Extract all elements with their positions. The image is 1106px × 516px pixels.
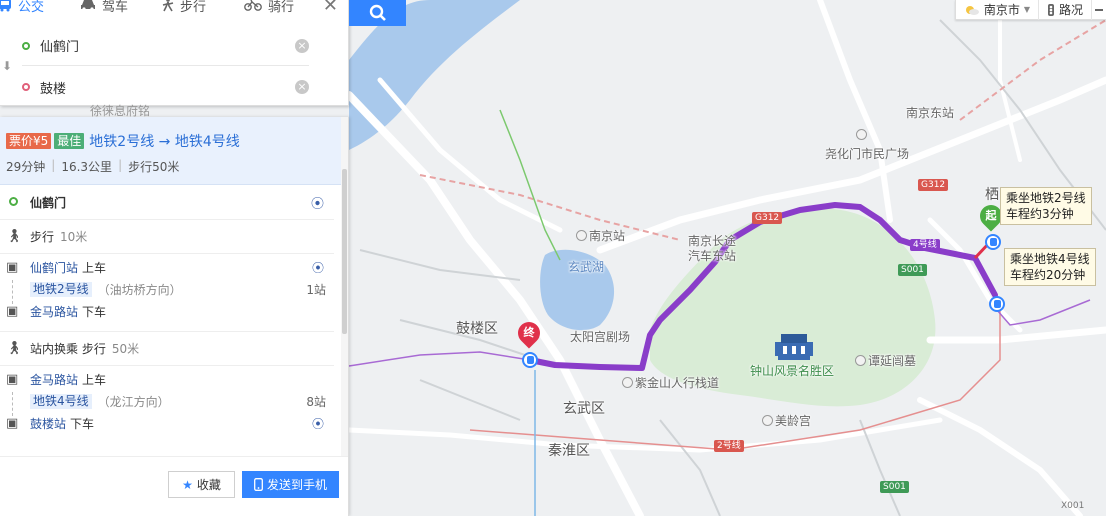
- tomb-icon: [855, 355, 866, 366]
- end-bus-icon[interactable]: [522, 352, 538, 368]
- step-walk[interactable]: 🚶︎ 步行 10米: [0, 220, 334, 254]
- label-nanjing-east: 南京东站: [906, 106, 955, 120]
- weather-icon: [965, 5, 979, 15]
- clear-end-icon[interactable]: ×: [295, 80, 309, 94]
- toolbox-icon: [1095, 8, 1103, 11]
- road-badge-line2: 2号线: [714, 440, 744, 452]
- close-icon[interactable]: ✕: [323, 0, 338, 15]
- palace-icon: [762, 415, 773, 426]
- road-badge-g312-2: G312: [752, 212, 783, 224]
- step-ride-line4[interactable]: ▣ 金马路站 上车 地铁4号线 （龙江方向） 8站 ▣ 鼓楼站 下车 ⦿: [0, 368, 334, 444]
- label-xuanwu-lake: 玄武湖: [568, 260, 605, 274]
- road-badge-g312: G312: [918, 179, 949, 191]
- train-station-icon: [576, 230, 587, 241]
- traffic-light-icon: [1047, 3, 1054, 16]
- label-yaohuamen: 尧化门市民广场: [825, 147, 910, 161]
- metro-icon: ▣: [6, 415, 19, 431]
- start-input[interactable]: 仙鹤门: [40, 36, 295, 55]
- callout-line2: 乘坐地铁2号线 车程约3分钟: [1000, 187, 1092, 225]
- start-circle-icon: [6, 195, 20, 210]
- label-meiling: 美龄宫: [762, 412, 811, 429]
- label-zijin-mountain: 紫金山人行栈道: [622, 374, 719, 391]
- walk-icon: 🚶︎: [6, 229, 23, 244]
- road-badge-line4: 4号线: [910, 239, 940, 251]
- step-ride-line2[interactable]: ▣ 仙鹤门站 上车 ⦿ 地铁2号线 （油坊桥方向） 1站 ▣ 金马路站 下车: [0, 256, 334, 332]
- road-badge-x001: X001: [1061, 501, 1085, 511]
- label-tanyanjian: 谭延闿墓: [855, 352, 916, 369]
- tab-drive[interactable]: 驾车: [80, 0, 162, 15]
- city-selector[interactable]: 南京市 ▼: [956, 0, 1039, 20]
- map-controls: 南京市 ▼ 路况: [954, 0, 1106, 20]
- label-gulou-district: 鼓楼区: [456, 321, 498, 337]
- tab-walk[interactable]: 步行: [162, 0, 244, 15]
- step-transfer[interactable]: 🚶︎ 站内换乘 步行 50米: [0, 332, 334, 366]
- plan-walk: 步行50米: [128, 160, 180, 174]
- locate-icon[interactable]: ⦿: [312, 259, 324, 276]
- step-start[interactable]: 仙鹤门 ⦿: [0, 186, 334, 220]
- tab-ride[interactable]: 骑行: [244, 0, 326, 15]
- bike-icon: [244, 0, 262, 11]
- start-bus-icon[interactable]: [985, 234, 1001, 250]
- end-input[interactable]: 鼓楼: [40, 78, 295, 97]
- start-dot-icon: [22, 41, 30, 50]
- walk-icon: 🚶︎: [6, 341, 23, 356]
- best-tag: 最佳: [54, 133, 85, 149]
- road-badge-s001-2: S001: [880, 481, 909, 493]
- chevron-down-icon: ▼: [1023, 5, 1030, 14]
- plan-title: 地铁2号线 → 地铁4号线: [89, 134, 240, 150]
- plan-summary: 29分钟 | 16.3公里 | 步行50米: [6, 158, 180, 174]
- start-pin[interactable]: 起: [975, 200, 1007, 233]
- line-chip-4: 地铁4号线: [30, 393, 92, 409]
- panel-footer: ★ 收藏 发送到手机: [0, 456, 348, 516]
- tab-bus[interactable]: 公交: [0, 0, 80, 15]
- line-chip-2: 地铁2号线: [30, 281, 92, 297]
- mode-tabs: 公交 驾车 步行 骑行 ✕: [0, 0, 348, 18]
- label-nanjing-station: 南京站: [576, 227, 625, 244]
- metro-icon: ▣: [6, 371, 19, 387]
- walk-icon: [162, 0, 174, 12]
- star-icon: ★: [182, 477, 193, 492]
- poi-icon: [856, 129, 867, 140]
- end-dot-icon: [22, 83, 30, 91]
- clear-start-icon[interactable]: ×: [295, 38, 309, 53]
- end-pin[interactable]: 终: [513, 317, 545, 350]
- transfer-bus-icon[interactable]: [989, 296, 1005, 312]
- favorite-button[interactable]: ★ 收藏: [168, 471, 235, 498]
- locate-icon[interactable]: ⦿: [312, 415, 324, 432]
- label-qi: 栖: [985, 187, 999, 203]
- start-point-field[interactable]: 仙鹤门 ×: [22, 26, 309, 66]
- label-long-distance-2: 汽车东站: [688, 249, 737, 263]
- label-poi-circle: [856, 128, 869, 142]
- road-badge-s001: S001: [898, 264, 927, 276]
- locate-icon[interactable]: ⦿: [311, 193, 324, 212]
- end-point-field[interactable]: 鼓楼 ×: [22, 67, 309, 107]
- more-tools-button[interactable]: [1092, 0, 1106, 20]
- price-tag: 票价¥5: [6, 133, 52, 149]
- bus-icon: [0, 0, 11, 11]
- callout-line4: 乘坐地铁4号线 车程约20分钟: [1004, 248, 1096, 286]
- label-qinhuai: 秦淮区: [548, 443, 590, 459]
- label-xuanwu-district: 玄武区: [563, 401, 605, 417]
- plan-duration: 29分钟: [6, 160, 46, 174]
- plan-distance: 16.3公里: [61, 160, 113, 174]
- step-list: 仙鹤门 ⦿ 🚶︎ 步行 10米 ▣ 仙鹤门站 上车 ⦿ 地铁2号线 （油坊桥方向…: [0, 186, 334, 444]
- search-icon: [369, 4, 386, 21]
- plan-header[interactable]: 票价¥5 最佳 地铁2号线 → 地铁4号线 29分钟 | 16.3公里 | 步行…: [0, 117, 348, 185]
- scrollbar-thumb[interactable]: [342, 169, 347, 334]
- send-to-phone-button[interactable]: 发送到手机: [242, 471, 339, 498]
- swap-arrow-icon[interactable]: ⬇: [2, 59, 12, 73]
- traffic-button[interactable]: 路况: [1039, 0, 1092, 20]
- car-icon: [81, 0, 95, 11]
- label-zhongshan: 钟山风景名胜区: [750, 364, 835, 378]
- search-button[interactable]: [349, 0, 406, 26]
- phone-icon: [254, 478, 263, 491]
- label-taiyang-palace: 太阳宫剧场: [570, 330, 631, 344]
- metro-icon: ▣: [6, 303, 19, 319]
- result-panel: 票价¥5 最佳 地铁2号线 → 地铁4号线 29分钟 | 16.3公里 | 步行…: [0, 117, 349, 516]
- metro-icon: ▣: [6, 259, 19, 275]
- search-panel: 公交 驾车 步行 骑行 ✕ ⬇ 仙鹤门 × 鼓楼 ×: [0, 0, 349, 106]
- trail-icon: [622, 377, 633, 388]
